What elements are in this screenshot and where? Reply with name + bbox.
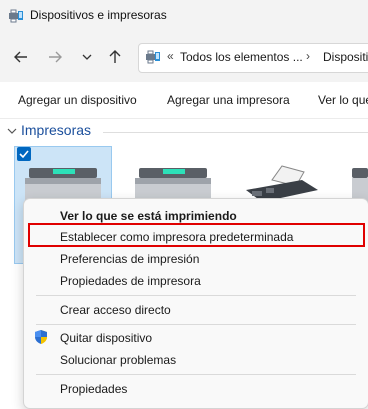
menu-item-remove-device[interactable]: Quitar dispositivo	[60, 331, 152, 345]
menu-separator	[36, 295, 356, 296]
menu-item-troubleshoot[interactable]: Solucionar problemas	[60, 353, 176, 367]
menu-separator	[36, 374, 356, 375]
chevron-down-icon[interactable]	[6, 124, 18, 142]
devices-printers-icon	[8, 8, 24, 29]
address-overflow[interactable]: «	[167, 49, 174, 63]
arrow-up-icon[interactable]	[104, 46, 126, 68]
breadcrumb-chevron[interactable]: ›	[306, 49, 310, 63]
menu-item-see-printing[interactable]: Ver lo que se está imprimiendo	[60, 209, 237, 223]
devices-printers-icon	[145, 49, 161, 70]
breadcrumb-devices[interactable]: Dispositiv	[323, 50, 368, 64]
window-title: Dispositivos e impresoras	[30, 8, 167, 22]
menu-item-printer-properties[interactable]: Propiedades de impresora	[60, 274, 201, 288]
shield-icon	[33, 329, 49, 350]
address-bar[interactable]: « Todos los elementos ... › Dispositiv	[138, 43, 368, 73]
group-divider	[103, 132, 368, 133]
add-printer-button[interactable]: Agregar una impresora	[167, 93, 290, 107]
menu-item-set-default[interactable]: Establecer como impresora predeterminada	[60, 230, 293, 244]
menu-item-create-shortcut[interactable]: Crear acceso directo	[60, 303, 171, 317]
chevron-down-icon[interactable]	[76, 46, 98, 68]
see-queue-button[interactable]: Ver lo que	[318, 93, 368, 107]
menu-separator	[36, 324, 356, 325]
menu-item-properties[interactable]: Propiedades	[60, 382, 127, 396]
title-bar: Dispositivos e impresoras	[0, 0, 368, 32]
command-bar: Agregar un dispositivo Agregar una impre…	[0, 82, 368, 119]
arrow-right-icon[interactable]	[44, 46, 66, 68]
checkbox-checked-icon[interactable]	[17, 147, 31, 161]
context-menu: Ver lo que se está imprimiendo Establece…	[23, 198, 368, 409]
add-device-button[interactable]: Agregar un dispositivo	[18, 93, 137, 107]
navigation-bar: « Todos los elementos ... › Dispositiv	[0, 32, 368, 82]
menu-item-print-preferences[interactable]: Preferencias de impresión	[60, 252, 199, 266]
arrow-left-icon[interactable]	[10, 46, 32, 68]
breadcrumb-all-items[interactable]: Todos los elementos ...	[180, 50, 303, 64]
group-title-printers[interactable]: Impresoras	[21, 122, 91, 138]
